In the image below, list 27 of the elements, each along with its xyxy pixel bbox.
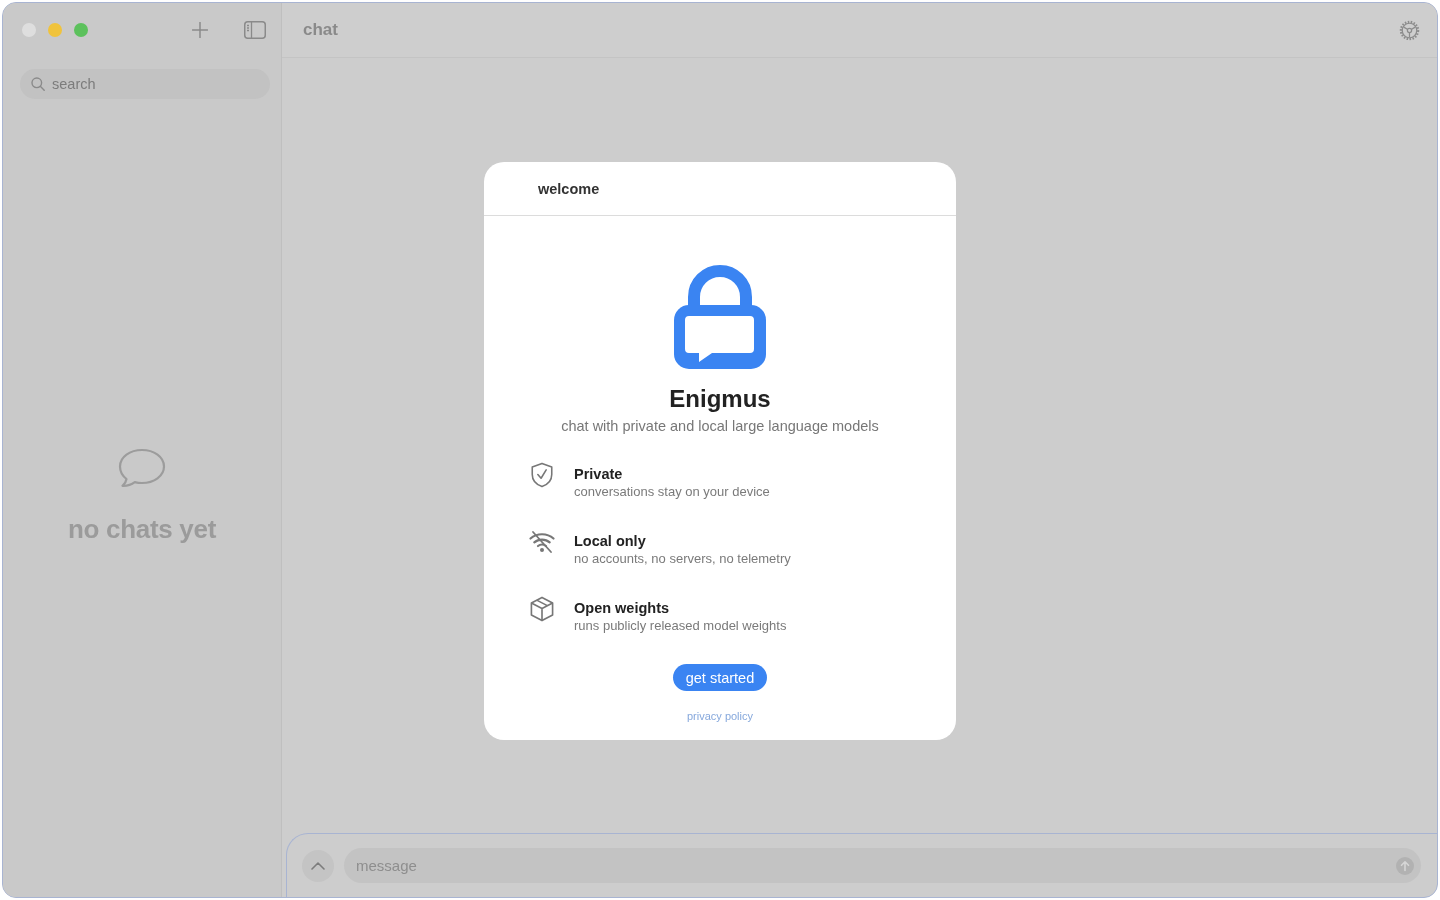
shield-check-icon bbox=[529, 462, 555, 488]
tagline: chat with private and local large language models bbox=[561, 417, 879, 436]
feature-description: no accounts, no servers, no telemetry bbox=[574, 550, 791, 568]
plus-icon[interactable] bbox=[192, 21, 208, 38]
sidebar-toggle-icon[interactable] bbox=[244, 20, 266, 39]
padlock-speech-bubble-icon bbox=[674, 265, 766, 369]
dialog-title: welcome bbox=[538, 180, 600, 197]
chevron-up-icon bbox=[311, 861, 325, 870]
zoom-icon[interactable] bbox=[74, 22, 88, 37]
send-icon[interactable] bbox=[1396, 856, 1414, 875]
expand-button[interactable] bbox=[302, 849, 334, 882]
settings-icon[interactable] bbox=[1399, 19, 1420, 41]
window-title: chat bbox=[303, 20, 338, 40]
cube-icon bbox=[529, 596, 555, 622]
search-field[interactable]: search bbox=[20, 69, 270, 99]
feature-title: Open weights bbox=[574, 599, 671, 617]
search-icon bbox=[31, 77, 45, 91]
app-name: Enigmus bbox=[669, 384, 771, 414]
get-started-button[interactable]: get started bbox=[672, 664, 768, 691]
feature-title: Local only bbox=[574, 532, 647, 550]
minimize-icon[interactable] bbox=[48, 22, 62, 37]
feature-description: runs publicly released model weights bbox=[574, 617, 787, 635]
privacy-policy-link[interactable]: privacy policy bbox=[687, 709, 753, 723]
wifi-off-icon bbox=[529, 529, 555, 555]
feature-title: Private bbox=[574, 465, 624, 483]
feature-description: conversations stay on your device bbox=[574, 483, 770, 501]
chat-bubble-icon bbox=[118, 447, 166, 488]
